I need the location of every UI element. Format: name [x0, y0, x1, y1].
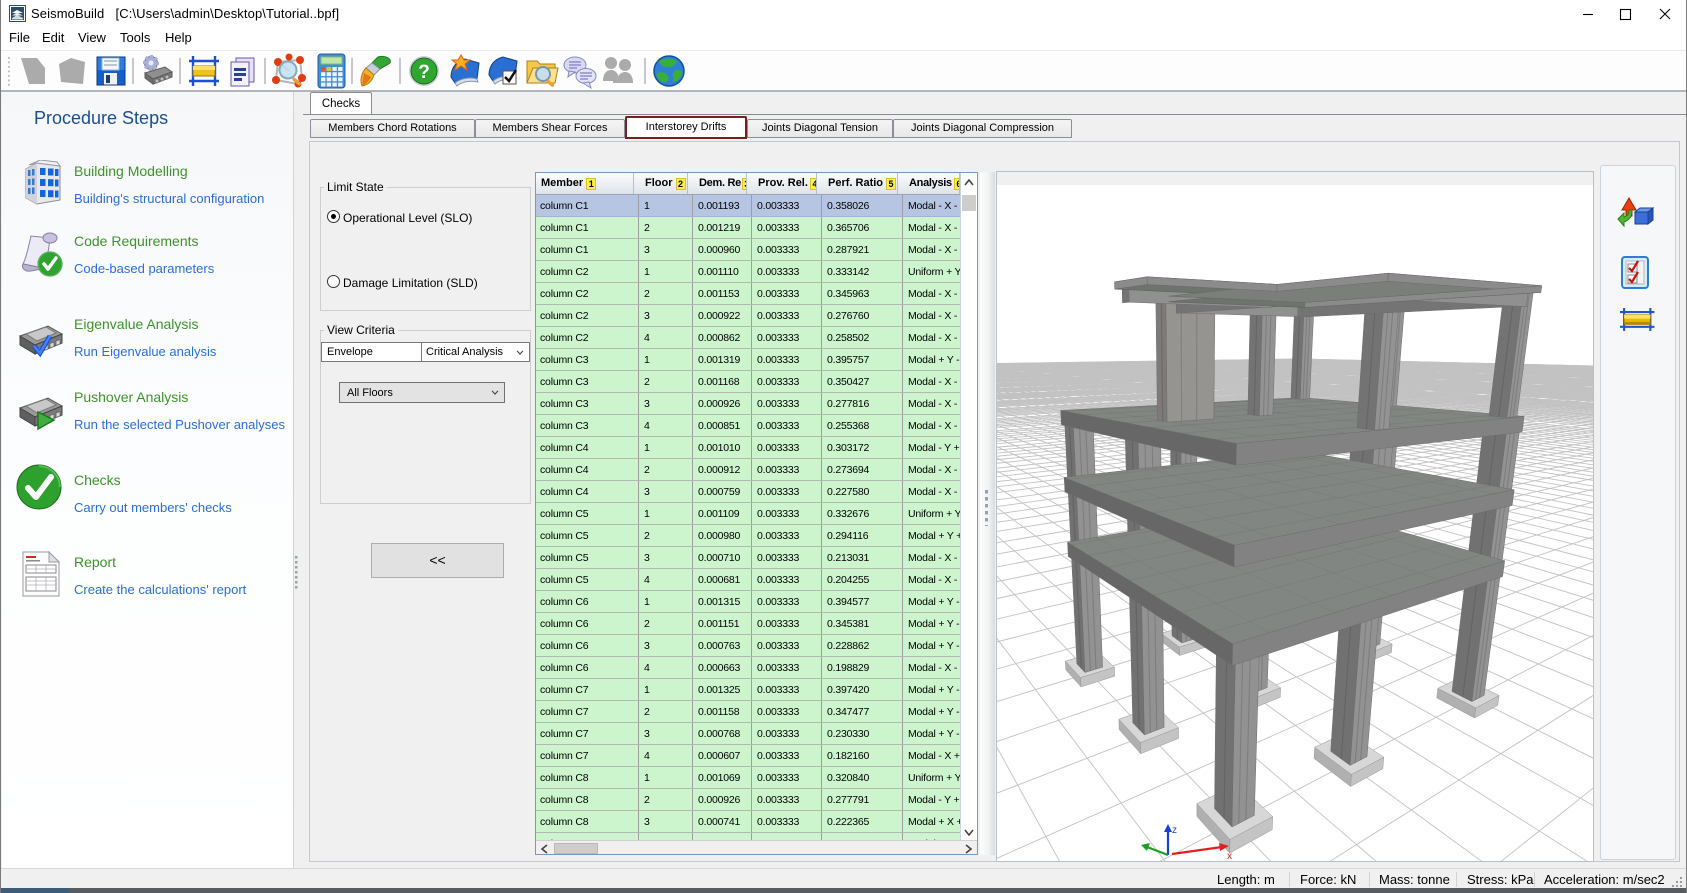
svg-text:?: ? [418, 62, 430, 83]
svg-text:x: x [1227, 851, 1232, 861]
svg-text:z: z [1172, 825, 1177, 836]
